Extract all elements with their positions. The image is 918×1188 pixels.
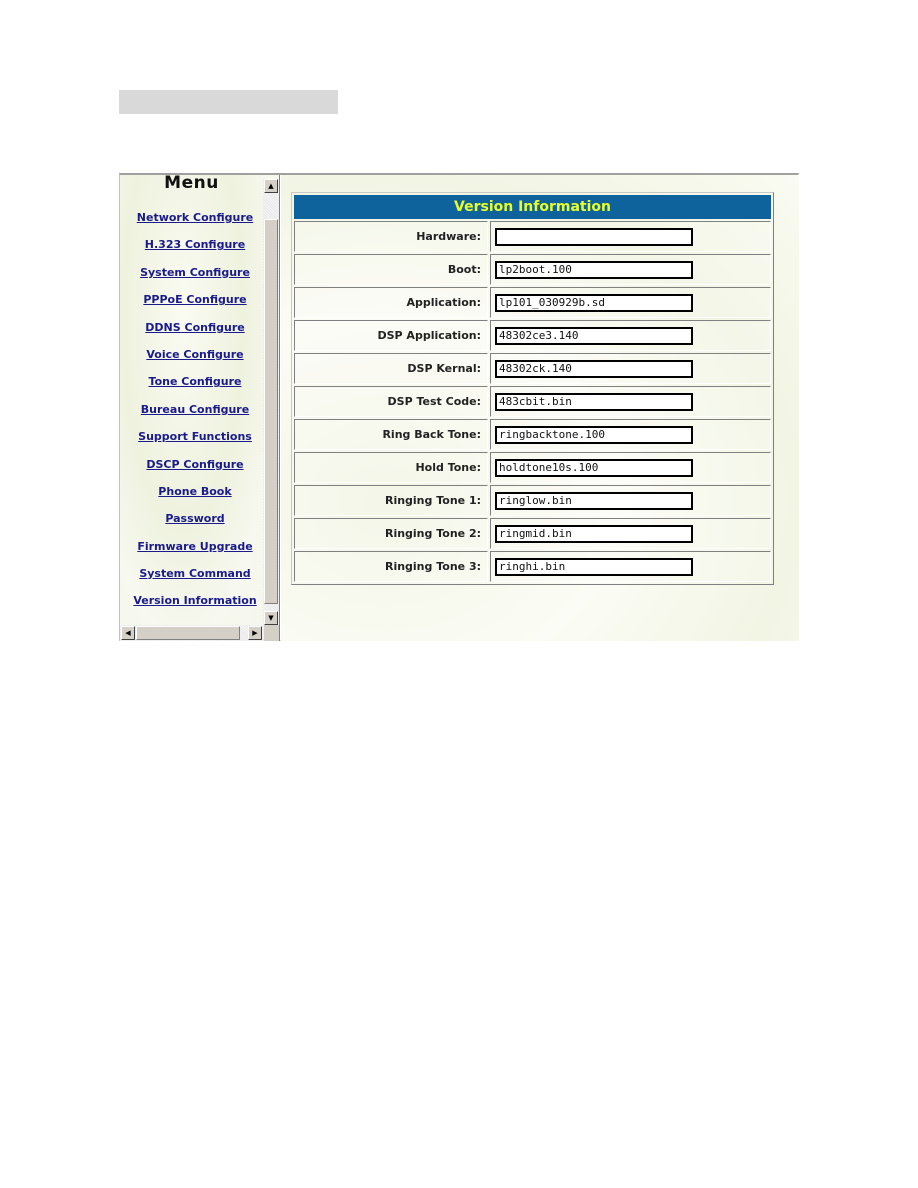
dsp-test-code-field[interactable]: 483cbit.bin	[495, 392, 693, 411]
dsp-application-field[interactable]: 48302ce3.140	[495, 326, 693, 345]
table-row: Ring Back Tone: ringbacktone.100	[294, 419, 771, 450]
version-information-table: Version Information Hardware: Boot: lp2b…	[291, 192, 774, 585]
vertical-scrollbar[interactable]: ▲ ▼	[263, 179, 279, 627]
ringing-tone-2-label: Ringing Tone 2:	[294, 518, 488, 549]
dsp-test-code-value-cell: 483cbit.bin	[490, 386, 771, 417]
menu-link-h323-configure[interactable]: H.323 Configure	[120, 237, 270, 264]
main-frame: Version Information Hardware: Boot: lp2b…	[281, 175, 799, 641]
table-row: Boot: lp2boot.100	[294, 254, 771, 285]
version-information-title: Version Information	[294, 195, 771, 219]
scroll-left-arrow-icon[interactable]: ◀	[121, 626, 135, 640]
table-row: Ringing Tone 1: ringlow.bin	[294, 485, 771, 516]
boot-value-cell: lp2boot.100	[490, 254, 771, 285]
ringing-tone-2-field[interactable]: ringmid.bin	[495, 524, 693, 543]
dsp-kernal-label: DSP Kernal:	[294, 353, 488, 384]
dsp-kernal-field[interactable]: 48302ck.140	[495, 359, 693, 378]
table-row: Ringing Tone 2: ringmid.bin	[294, 518, 771, 549]
hardware-label: Hardware:	[294, 221, 488, 252]
table-row: Ringing Tone 3: ringhi.bin	[294, 551, 771, 582]
table-row: Application: lp101_030929b.sd	[294, 287, 771, 318]
table-row: Hardware:	[294, 221, 771, 252]
browser-frameset: Menu Network Configure H.323 Configure S…	[119, 173, 799, 641]
menu-link-ddns-configure[interactable]: DDNS Configure	[120, 320, 270, 347]
ringing-tone-1-value-cell: ringlow.bin	[490, 485, 771, 516]
menu-link-tone-configure[interactable]: Tone Configure	[120, 374, 270, 401]
table-row: DSP Kernal: 48302ck.140	[294, 353, 771, 384]
hardware-field[interactable]	[495, 227, 693, 246]
dsp-application-value-cell: 48302ce3.140	[490, 320, 771, 351]
menu-title: Menu	[120, 175, 263, 193]
ring-back-tone-label: Ring Back Tone:	[294, 419, 488, 450]
menu-link-bureau-configure[interactable]: Bureau Configure	[120, 402, 270, 429]
menu-link-system-configure[interactable]: System Configure	[120, 265, 270, 292]
ring-back-tone-field[interactable]: ringbacktone.100	[495, 425, 693, 444]
dsp-test-code-label: DSP Test Code:	[294, 386, 488, 417]
menu-frame: Menu Network Configure H.323 Configure S…	[120, 175, 280, 641]
ringing-tone-2-value-cell: ringmid.bin	[490, 518, 771, 549]
ringing-tone-3-label: Ringing Tone 3:	[294, 551, 488, 582]
menu-content: Menu Network Configure H.323 Configure S…	[120, 175, 263, 623]
ring-back-tone-value-cell: ringbacktone.100	[490, 419, 771, 450]
menu-link-system-command[interactable]: System Command	[120, 566, 270, 593]
table-row: DSP Test Code: 483cbit.bin	[294, 386, 771, 417]
scrollbar-corner	[264, 625, 279, 641]
caption-placeholder-bar	[119, 90, 338, 114]
scroll-down-arrow-icon[interactable]: ▼	[264, 611, 278, 625]
menu-link-support-functions[interactable]: Support Functions	[120, 429, 270, 456]
ringing-tone-1-field[interactable]: ringlow.bin	[495, 491, 693, 510]
table-row: DSP Application: 48302ce3.140	[294, 320, 771, 351]
boot-field[interactable]: lp2boot.100	[495, 260, 693, 279]
hold-tone-label: Hold Tone:	[294, 452, 488, 483]
menu-link-phone-book[interactable]: Phone Book	[120, 484, 270, 511]
menu-link-voice-configure[interactable]: Voice Configure	[120, 347, 270, 374]
ringing-tone-1-label: Ringing Tone 1:	[294, 485, 488, 516]
dsp-kernal-value-cell: 48302ck.140	[490, 353, 771, 384]
menu-title-text: Menu	[164, 175, 219, 193]
menu-link-version-information[interactable]: Version Information	[120, 593, 270, 620]
scroll-up-arrow-icon[interactable]: ▲	[264, 179, 278, 193]
menu-link-pppoe-configure[interactable]: PPPoE Configure	[120, 292, 270, 319]
application-value-cell: lp101_030929b.sd	[490, 287, 771, 318]
vertical-scroll-thumb[interactable]	[264, 219, 278, 604]
menu-link-password[interactable]: Password	[120, 511, 270, 538]
ringing-tone-3-value-cell: ringhi.bin	[490, 551, 771, 582]
boot-label: Boot:	[294, 254, 488, 285]
menu-links: Network Configure H.323 Configure System…	[120, 210, 270, 621]
application-field[interactable]: lp101_030929b.sd	[495, 293, 693, 312]
menu-link-dscp-configure[interactable]: DSCP Configure	[120, 457, 270, 484]
application-label: Application:	[294, 287, 488, 318]
menu-link-firmware-upgrade[interactable]: Firmware Upgrade	[120, 539, 270, 566]
horizontal-scrollbar[interactable]: ◀ ▶	[120, 625, 264, 641]
scroll-right-arrow-icon[interactable]: ▶	[248, 626, 262, 640]
menu-link-network-configure[interactable]: Network Configure	[120, 210, 270, 237]
hold-tone-field[interactable]: holdtone10s.100	[495, 458, 693, 477]
horizontal-scroll-thumb[interactable]	[136, 626, 240, 640]
ringing-tone-3-field[interactable]: ringhi.bin	[495, 557, 693, 576]
table-row: Hold Tone: holdtone10s.100	[294, 452, 771, 483]
hardware-value-cell	[490, 221, 771, 252]
hold-tone-value-cell: holdtone10s.100	[490, 452, 771, 483]
dsp-application-label: DSP Application:	[294, 320, 488, 351]
table-header-row: Version Information	[294, 195, 771, 219]
